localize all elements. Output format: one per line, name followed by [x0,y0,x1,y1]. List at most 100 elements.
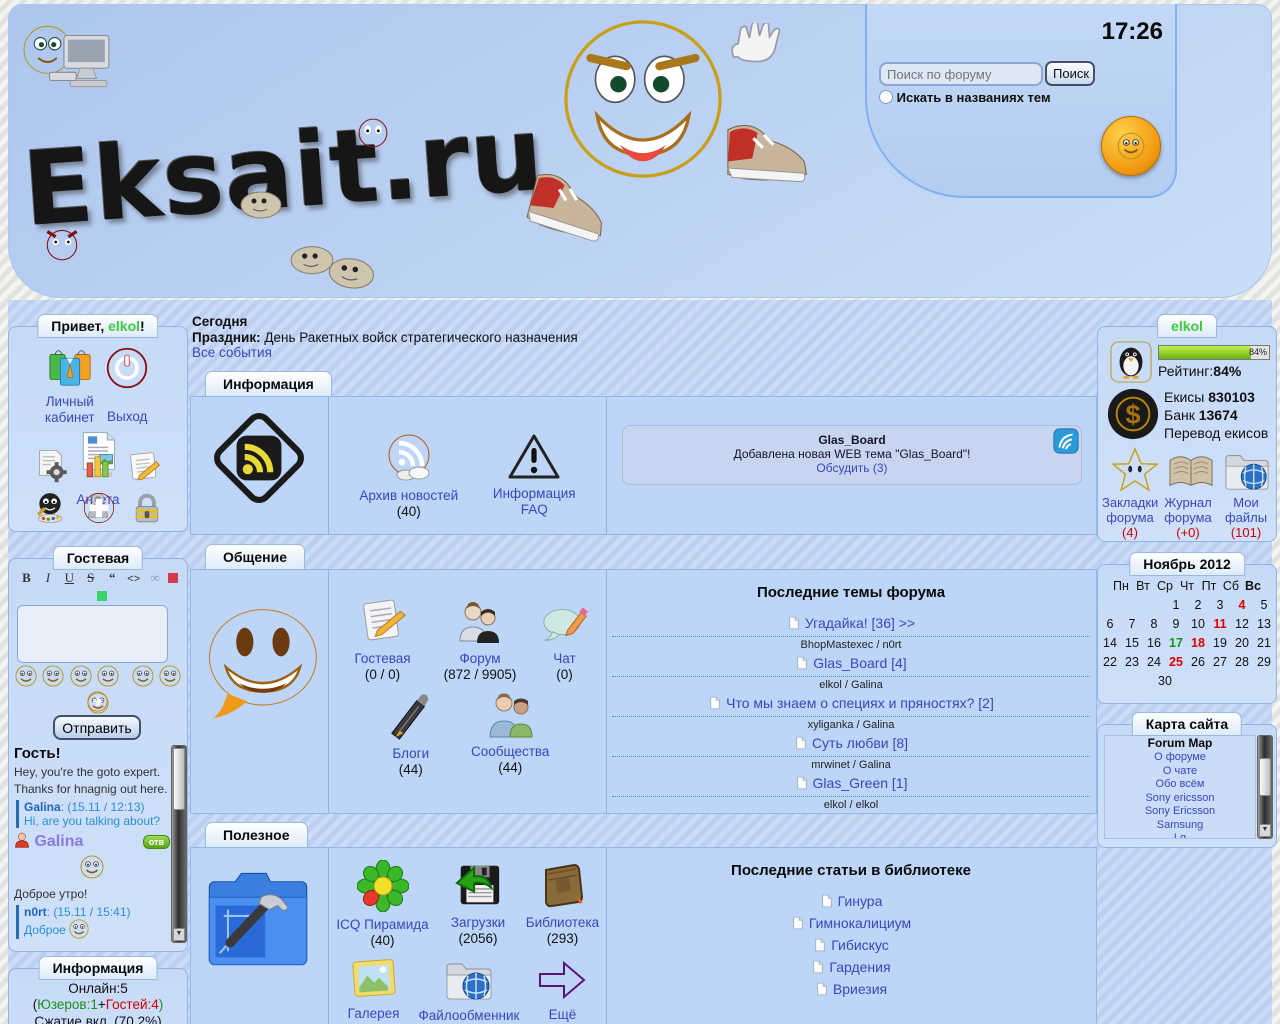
scroll-down-arrow[interactable]: ▼ [173,928,185,941]
transfer-link[interactable]: Перевод екисов [1164,425,1268,441]
sitemap-link[interactable]: Обо всём [1105,778,1255,792]
calendar-day[interactable]: 14 [1099,634,1121,653]
article-link[interactable]: Гардения [829,959,890,975]
article-link[interactable]: Гинура [838,893,883,909]
scrollbar-thumb[interactable] [173,748,185,810]
tab-useful[interactable]: Полезное [205,822,308,847]
underline-button[interactable]: U [62,570,77,586]
chat-item[interactable]: Чат (0) [536,596,592,683]
reply-badge[interactable]: отв [142,835,170,849]
sitemap-link[interactable]: Samsung [1105,819,1255,833]
folder-globe-icon[interactable] [1222,447,1272,493]
link-button[interactable]: ∞ [148,570,163,586]
gallery-item[interactable]: Галерея (28) [341,955,407,1024]
smiley-icon[interactable] [132,665,154,687]
calendar-day[interactable]: 13 [1253,615,1275,634]
medical-icon[interactable] [82,491,116,525]
topic-link[interactable]: Суть любви [8] [812,735,908,751]
chat-scrollbar[interactable]: ▼ [171,745,187,943]
calendar-day[interactable]: 28 [1231,653,1253,672]
calendar-day[interactable]: 23 [1121,653,1143,672]
my-files-item[interactable]: Мои файлы (101) [1218,495,1274,540]
calendar-day[interactable]: 30 [1154,672,1176,691]
calendar-day[interactable]: 1 [1165,596,1187,615]
calendar-day[interactable]: 5 [1253,596,1275,615]
calendar-day[interactable]: 27 [1209,653,1231,672]
tab-information[interactable]: Информация [205,371,332,396]
calendar-day[interactable]: 9 [1165,615,1187,634]
sitemap-link[interactable]: О чате [1105,765,1255,779]
calendar-day[interactable]: 15 [1121,634,1143,653]
smiley-icon[interactable] [70,665,92,687]
news-archive-item[interactable]: Архив новостей (40) [350,431,468,520]
guestbook-item[interactable]: Гостевая (0 / 0) [342,596,424,683]
green-color-button[interactable] [96,591,107,601]
calendar-day[interactable]: 17 [1165,634,1187,653]
search-button[interactable]: Поиск [1045,61,1095,86]
sitemap-link[interactable]: О форуме [1105,751,1255,765]
lock-icon[interactable] [130,491,164,525]
quote-button[interactable]: “ [105,570,120,586]
username-link[interactable]: Galina [34,833,83,850]
article-link[interactable]: Гибискус [831,937,889,953]
calendar-day[interactable]: 4 [1231,596,1253,615]
communities-item[interactable]: Сообщества (44) [462,691,558,776]
topic-link[interactable]: Glas_Green [1] [813,775,908,791]
sitemap-link[interactable]: Sony ericsson [1105,792,1255,806]
topic-link[interactable]: Угадайка! [36] >> [805,615,915,631]
star-icon[interactable] [1112,447,1158,493]
calendar-day[interactable]: 21 [1253,634,1275,653]
calendar-day[interactable]: 10 [1187,615,1209,634]
forum-item[interactable]: Форум (872 / 9905) [432,596,528,683]
notes-icon[interactable] [127,449,161,483]
calendar-day[interactable]: 26 [1187,653,1209,672]
calendar-day[interactable]: 6 [1099,615,1121,634]
icq-pyramid-item[interactable]: ICQ Пирамида (40) [331,860,435,949]
calendar-day[interactable]: 12 [1231,615,1253,634]
scrollbar-thumb[interactable] [1259,758,1271,796]
sitemap-scrollbar[interactable]: ▼ [1257,735,1273,839]
open-book-icon[interactable] [1166,451,1216,493]
calendar-day[interactable]: 11 [1209,615,1231,634]
send-button[interactable]: Отправить [53,715,141,740]
blogs-item[interactable]: Блоги (44) [376,691,446,778]
calendar-day[interactable]: 18 [1187,634,1209,653]
user-box-title[interactable]: elkol [1157,314,1217,338]
calendar-day[interactable]: 16 [1143,634,1165,653]
sidebar-item-logout[interactable]: Выход [102,343,152,425]
strike-button[interactable]: S [83,570,98,586]
topic-link[interactable]: Glas_Board [4] [813,655,906,671]
calendar-day[interactable]: 7 [1121,615,1143,634]
rss-sign-icon[interactable] [206,405,312,511]
settings-doc-icon[interactable] [35,449,69,483]
tab-communication[interactable]: Общение [205,544,305,569]
calendar-day[interactable]: 24 [1143,653,1165,672]
guestbook-message-input[interactable] [17,605,168,663]
statistics-icon[interactable] [81,449,115,483]
scroll-down-arrow[interactable]: ▼ [1259,824,1271,837]
red-color-button[interactable] [168,573,179,583]
smiley-button[interactable] [1101,116,1161,176]
sidebar-item-profile[interactable]: Личный кабинет [44,343,96,426]
forum-journal-item[interactable]: Журнал форума (+0) [1160,495,1216,540]
sitemap-link[interactable]: Sony Ericsson [1105,805,1255,819]
library-item[interactable]: Библиотека (293) [521,860,603,947]
search-titles-radio[interactable] [879,90,893,104]
smiley-icon[interactable] [159,665,181,687]
bold-button[interactable]: B [19,570,34,586]
forum-bookmarks-item[interactable]: Закладки форума (4) [1102,495,1158,540]
avatar-art-icon[interactable] [32,489,68,525]
discuss-link[interactable]: Обсудить (3) [623,461,1081,475]
all-events-link[interactable]: Все события [192,345,578,361]
calendar-day[interactable]: 22 [1099,653,1121,672]
calendar-day[interactable]: 25 [1165,653,1187,672]
calendar-day[interactable]: 8 [1143,615,1165,634]
site-logo[interactable]: Eksait.ru [19,95,547,250]
fileshare-item[interactable]: Файлообменник (99) [413,955,525,1024]
calendar-day[interactable]: 3 [1209,596,1231,615]
smiley-icon[interactable] [97,665,119,687]
calendar-day[interactable]: 29 [1253,653,1275,672]
downloads-item[interactable]: Загрузки (2056) [441,860,515,947]
avatar[interactable] [1110,341,1152,383]
smiley-icon[interactable] [42,665,64,687]
